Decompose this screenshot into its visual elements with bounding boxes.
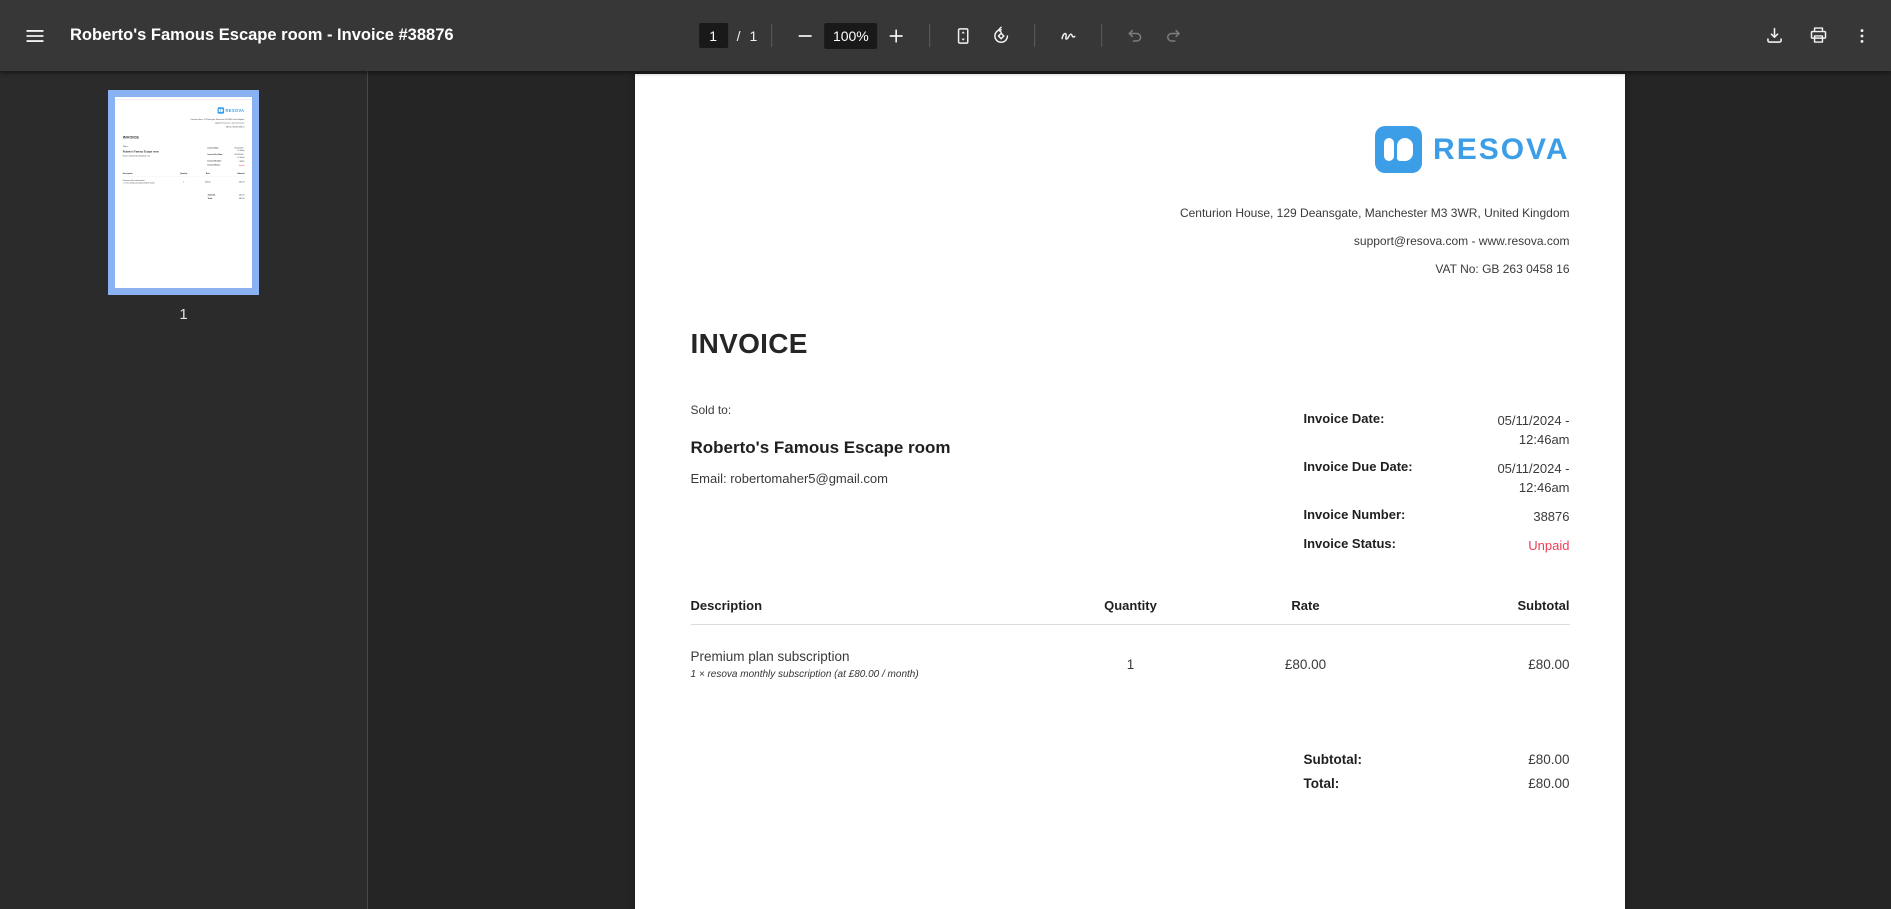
invoice-page: RESOVA Centurion House, 129 Deansgate, M… [634,74,1625,909]
annotate-ink-icon [1058,25,1079,46]
total-value: £80.00 [1528,776,1570,791]
item-quantity: 1 [1126,657,1135,672]
customer-name: Roberto's Famous Escape room [690,438,951,457]
pdf-page-viewport: RESOVA Centurion House, 129 Deansgate, M… [368,71,1891,909]
redo-icon [1163,26,1183,46]
toolbar-center-group: / 1 100% [698,0,1193,71]
rotate-counterclockwise-icon [991,26,1011,46]
print-button[interactable] [1799,17,1837,55]
invoice-date-value: 05/11/2024 - 12:46am [1497,413,1570,447]
page-separator: / [736,27,741,44]
sold-to-label: Sold to: [690,403,732,417]
undo-icon [1125,26,1145,46]
hamburger-menu-icon [24,25,46,47]
company-address: Centurion House, 129 Deansgate, Manchest… [1179,206,1570,220]
zoom-in-button[interactable] [877,17,915,55]
header-rate: Rate [1291,598,1320,613]
item-description-cell: Premium plan subscription 1 × resova mon… [691,649,1056,680]
invoice-date-label: Invoice Date: [1303,411,1385,426]
line-item-row: Premium plan subscription 1 × resova mon… [691,649,1570,680]
customer-email: Email: robertomaher5@gmail.com [690,471,888,486]
toolbar-divider [1101,24,1103,47]
undo-button [1116,17,1154,55]
page-total: 1 [749,27,758,44]
totals-block: Subtotal: £80.00 Total: £80.00 [1304,752,1570,791]
sold-to-block: Sold to: Roberto's Famous Escape room Em… [691,403,951,486]
subtotal-value: £80.00 [1528,752,1570,767]
item-subtotal: £80.00 [1528,657,1570,672]
page-number-input[interactable] [698,23,728,48]
fit-to-page-icon [953,26,973,46]
viewer-workspace: RESOVA Centurion House, 129 Deansgate, M… [0,71,1891,909]
toolbar-right-group [1755,0,1881,71]
invoice-date-row: Invoice Date: 05/11/2024 - 12:46am [1304,411,1570,449]
item-description: Premium plan subscription [690,649,850,664]
resova-logo-icon [1375,126,1423,173]
invoice-page: RESOVA Centurion House, 129 Deansgate, M… [115,100,252,288]
thumbnail-page-1[interactable]: RESOVA Centurion House, 129 Deansgate, M… [108,90,259,295]
fit-to-page-button[interactable] [944,17,982,55]
download-icon [1764,25,1785,46]
company-address-block: Centurion House, 129 Deansgate, Manchest… [1180,199,1570,283]
invoice-heading: INVOICE [690,328,808,359]
invoice-details: Invoice Date: 05/11/2024 - 12:46am Invoi… [1304,411,1570,555]
item-note: 1 × resova monthly subscription (at £80.… [690,669,919,680]
annotate-button[interactable] [1049,17,1087,55]
header-description: Description [690,598,763,613]
thumbnail-page-preview: RESOVA Centurion House, 129 Deansgate, M… [115,97,252,288]
toolbar-divider [929,24,931,47]
pdf-viewer-toolbar: Roberto's Famous Escape room - Invoice #… [0,0,1891,71]
company-vat: VAT No: GB 263 0458 16 [1435,262,1570,276]
menu-button[interactable] [16,17,54,55]
invoice-status-label: Invoice Status: [1303,536,1396,551]
document-title: Roberto's Famous Escape room - Invoice #… [70,26,454,44]
line-items-header-row: Description Quantity Rate Subtotal [691,598,1570,613]
item-rate: £80.00 [1284,657,1327,672]
total-label: Total: [1303,776,1340,791]
table-divider [690,624,1570,625]
toolbar-left-group: Roberto's Famous Escape room - Invoice #… [0,17,454,55]
invoice-status-badge: Unpaid [1528,538,1570,553]
invoice-due-date-value: 05/11/2024 - 12:46am [1497,461,1570,495]
company-contact: support@resova.com - www.resova.com [1353,234,1570,248]
kebab-menu-icon [1852,26,1872,46]
total-row: Total: £80.00 [1304,776,1570,791]
rotate-counterclockwise-button[interactable] [982,17,1020,55]
header-quantity: Quantity [1104,598,1157,613]
invoice-number-label: Invoice Number: [1303,507,1406,522]
more-options-button[interactable] [1843,17,1881,55]
invoice-number-value: 38876 [1533,509,1570,524]
invoice-status-row: Invoice Status: Unpaid [1304,536,1570,555]
invoice-number-row: Invoice Number: 38876 [1304,507,1570,526]
subtotal-row: Subtotal: £80.00 [1304,752,1570,767]
zoom-out-button[interactable] [786,17,824,55]
thumbnail-sidebar: RESOVA Centurion House, 129 Deansgate, M… [0,71,368,909]
header-subtotal: Subtotal [1517,598,1570,613]
redo-button [1154,17,1192,55]
subtotal-label: Subtotal: [1303,752,1363,767]
toolbar-divider [771,24,773,47]
line-items-table: Description Quantity Rate Subtotal Premi… [690,598,1570,680]
toolbar-divider [1034,24,1036,47]
company-logo: RESOVA [1375,126,1569,173]
zoom-level-input[interactable]: 100% [824,22,878,49]
print-icon [1808,25,1829,46]
company-logo-text: RESOVA [1433,132,1570,166]
thumbnail-page-number: 1 [179,306,188,323]
download-button[interactable] [1755,17,1793,55]
plus-icon [886,26,906,46]
minus-icon [795,26,815,46]
invoice-due-date-row: Invoice Due Date: 05/11/2024 - 12:46am [1304,459,1570,497]
invoice-due-date-label: Invoice Due Date: [1303,459,1413,474]
